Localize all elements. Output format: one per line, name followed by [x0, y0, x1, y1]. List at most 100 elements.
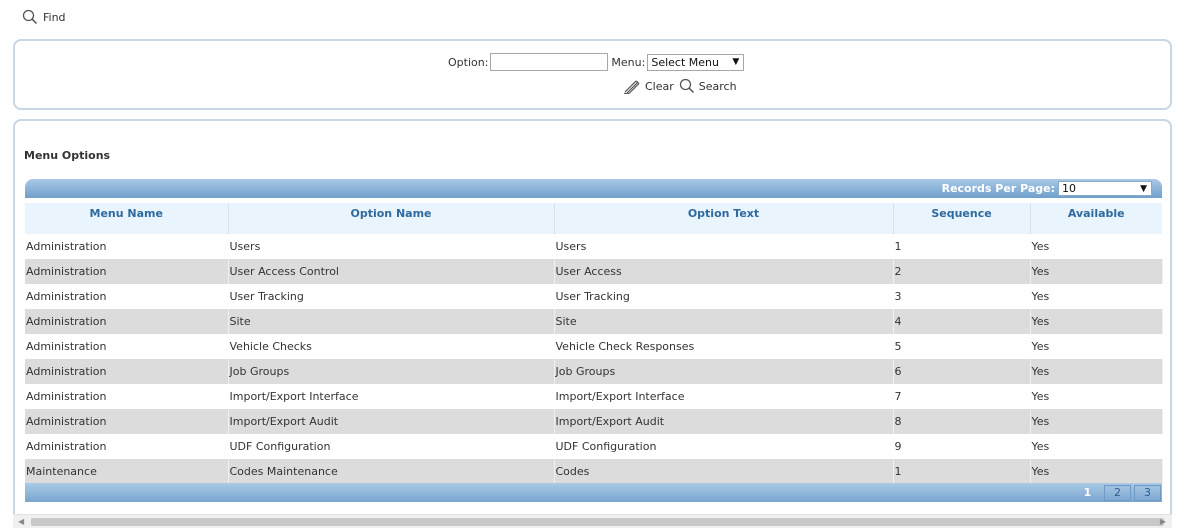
table-row[interactable]: Administration Vehicle Checks Vehicle Chec…	[25, 334, 1163, 359]
column-header[interactable]: Sequence	[893, 203, 1031, 234]
table-cell: 3	[893, 284, 1031, 309]
table-cell: Users	[228, 234, 555, 259]
table-cell: 5	[893, 334, 1031, 359]
table-row[interactable]: Administration Job Groups Job Groups 6 Yes	[25, 359, 1163, 384]
records-per-page-label: Records Per Page:	[941, 182, 1055, 195]
records-per-page-value: 10	[1062, 182, 1076, 195]
filter-actions: Clear Search	[623, 77, 737, 95]
search-icon	[22, 9, 38, 25]
table-cell: Yes	[1030, 359, 1163, 384]
menu-options-table: Menu Name Option Name Option Text Sequen…	[25, 203, 1163, 484]
page-button[interactable]: 3	[1134, 484, 1161, 501]
column-header[interactable]: Option Text	[554, 203, 894, 234]
table-cell: 2	[893, 259, 1031, 284]
table-cell: Yes	[1030, 309, 1163, 334]
table-cell: 9	[893, 434, 1031, 459]
table-cell: 7	[893, 384, 1031, 409]
option-label: Option:	[448, 55, 489, 69]
table-cell: 4	[893, 309, 1031, 334]
table-cell: Yes	[1030, 284, 1163, 309]
table-cell: UDF Configuration	[228, 434, 555, 459]
page-button[interactable]: 2	[1104, 484, 1131, 501]
page-button[interactable]: 1	[1074, 485, 1101, 501]
table-row[interactable]: Administration User Tracking User Tracking…	[25, 284, 1163, 309]
table-cell: Job Groups	[554, 359, 894, 384]
column-header[interactable]: Option Name	[228, 203, 555, 234]
table-row[interactable]: Administration UDF Configuration UDF Confi…	[25, 434, 1163, 459]
filter-panel: Option: Menu: Select Menu ▼ Clear Search	[13, 39, 1172, 110]
table-cell: Users	[554, 234, 894, 259]
option-input[interactable]	[490, 53, 609, 71]
column-header[interactable]: Menu Name	[25, 203, 229, 234]
table-cell: Maintenance	[25, 459, 229, 484]
search-button[interactable]: Search	[679, 78, 737, 94]
table-cell: Yes	[1030, 334, 1163, 359]
table-cell: Administration	[25, 359, 229, 384]
table-cell: UDF Configuration	[554, 434, 894, 459]
scroll-right-arrow-icon[interactable]: ▶	[1160, 517, 1166, 526]
section-title: Menu Options	[24, 149, 111, 162]
table-cell: Yes	[1030, 409, 1163, 434]
table-cell: User Tracking	[228, 284, 555, 309]
table-row[interactable]: Administration Import/Export Interface Imp…	[25, 384, 1163, 409]
table-cell: Site	[554, 309, 894, 334]
find-link[interactable]: Find	[22, 8, 66, 26]
menu-select-value: Select Menu	[651, 55, 719, 69]
table-cell: Import/Export Interface	[554, 384, 894, 409]
table-cell: Administration	[25, 434, 229, 459]
table-cell: Import/Export Audit	[228, 409, 555, 434]
table-cell: 8	[893, 409, 1031, 434]
search-icon	[679, 78, 694, 94]
table-cell: User Access	[554, 259, 894, 284]
results-panel: Menu Options Records Per Page: 10 ▼ Menu…	[13, 119, 1172, 523]
table-cell: Vehicle Check Responses	[554, 334, 894, 359]
table-row[interactable]: Maintenance Codes Maintenance Codes 1 Yes	[25, 459, 1163, 484]
table-row[interactable]: Administration User Access Control User Ac…	[25, 259, 1163, 284]
table-cell: Job Groups	[228, 359, 555, 384]
grid-toolbar: Records Per Page: 10 ▼	[25, 179, 1162, 198]
column-header[interactable]: Available	[1030, 203, 1162, 234]
table-cell: Administration	[25, 409, 229, 434]
table-cell: Administration	[25, 259, 229, 284]
table-row[interactable]: Administration Site Site 4 Yes	[25, 309, 1163, 334]
horizontal-scrollbar[interactable]: ◀ ▶	[13, 514, 1172, 528]
caret-down-icon: ▼	[1140, 183, 1147, 194]
table-cell: Yes	[1030, 234, 1163, 259]
table-cell: Administration	[25, 309, 229, 334]
find-label: Find	[43, 10, 66, 24]
table-cell: Yes	[1030, 259, 1163, 284]
table-cell: 6	[893, 359, 1031, 384]
search-label: Search	[698, 79, 737, 93]
table-header-row: Menu Name Option Name Option Text Sequen…	[25, 203, 1162, 234]
table-cell: Yes	[1030, 384, 1163, 409]
table-cell: User Tracking	[554, 284, 894, 309]
clear-button[interactable]: Clear	[623, 78, 674, 94]
table-cell: Administration	[25, 284, 229, 309]
table-cell: Import/Export Interface	[228, 384, 555, 409]
table-cell: Yes	[1030, 434, 1163, 459]
caret-down-icon: ▼	[732, 57, 740, 67]
table-cell: Codes Maintenance	[228, 459, 555, 484]
table-cell: 1	[893, 234, 1031, 259]
table-row[interactable]: Administration Import/Export Audit Import/…	[25, 409, 1163, 434]
table-cell: Administration	[25, 384, 229, 409]
scroll-left-arrow-icon[interactable]: ◀	[18, 517, 24, 526]
filter-row: Option: Menu: Select Menu ▼	[448, 53, 745, 71]
menu-select[interactable]: Select Menu ▼	[647, 53, 745, 71]
table-cell: Site	[228, 309, 555, 334]
table-cell: Yes	[1030, 459, 1163, 484]
table-cell: Administration	[25, 334, 229, 359]
table-cell: Codes	[554, 459, 894, 484]
eraser-icon	[624, 80, 640, 94]
table-cell: 1	[893, 459, 1031, 484]
table-row[interactable]: Administration Users Users 1 Yes	[25, 234, 1163, 259]
scrollbar-thumb[interactable]	[31, 518, 1164, 526]
records-per-page-select[interactable]: 10 ▼	[1058, 181, 1152, 196]
table-cell: User Access Control	[228, 259, 555, 284]
table-cell: Administration	[25, 234, 229, 259]
menu-label: Menu:	[611, 55, 646, 69]
clear-label: Clear	[645, 79, 674, 93]
pager: 123	[25, 483, 1162, 502]
table-cell: Import/Export Audit	[554, 409, 894, 434]
table-cell: Vehicle Checks	[228, 334, 555, 359]
